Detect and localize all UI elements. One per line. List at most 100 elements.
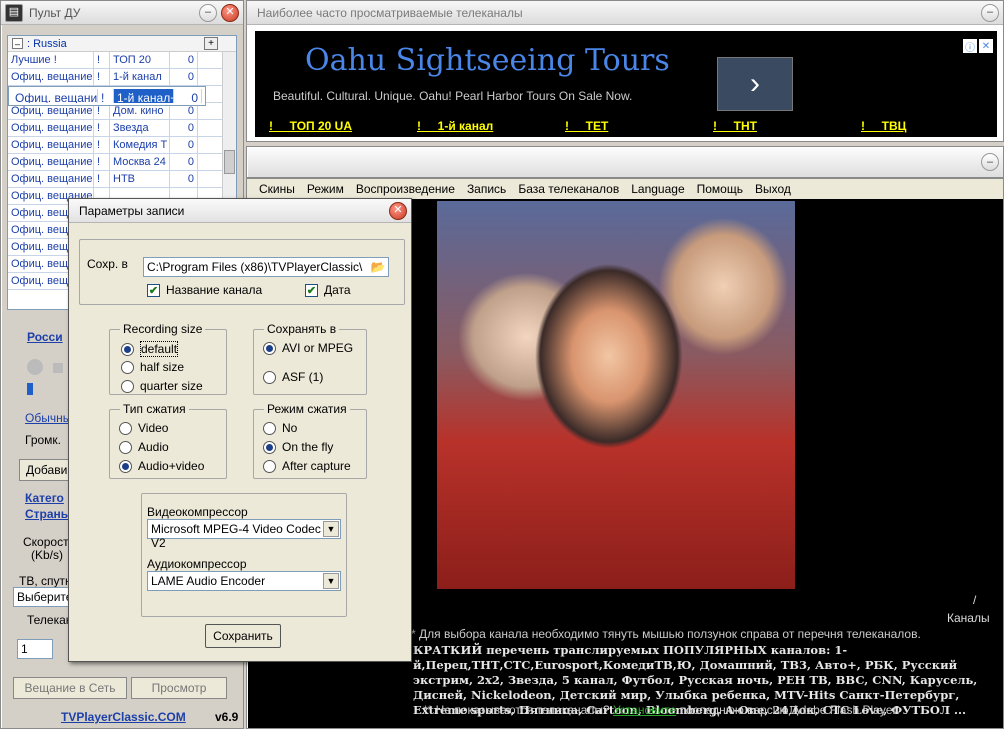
menu-playback[interactable]: Воспроизведение [356, 182, 455, 196]
video-codec-label: Видеокомпрессор [147, 505, 248, 519]
channel-row[interactable]: Лучшие !! ТОП 20 0 [8, 52, 236, 69]
channel-cell: 0 [170, 69, 198, 85]
mode-after-capture-radio[interactable]: After capture [263, 459, 351, 473]
remote-titlebar[interactable]: ▤ Пульт ДУ – ✕ [1, 1, 243, 25]
stop-icon[interactable] [53, 363, 63, 373]
channel-cell: НТВ [110, 171, 170, 187]
channel-select[interactable]: Выберите [13, 587, 69, 607]
dialog-titlebar[interactable]: Параметры записи ✕ [69, 199, 411, 223]
channel-cell: 1-й канал+ [114, 89, 174, 103]
checkbox-icon[interactable]: ✔ [305, 283, 318, 297]
mode-on-the-fly-radio[interactable]: On the fly [263, 440, 333, 454]
channel-cell: Офиц. вещание [8, 120, 94, 136]
add-button[interactable]: Добави [19, 459, 69, 481]
type-video-radio[interactable]: Video [119, 421, 168, 435]
minimize-icon[interactable]: – [981, 153, 999, 171]
folder-icon[interactable]: 📂 [369, 259, 387, 275]
channel-cell: 1-й канал [110, 69, 170, 85]
save-path-input[interactable]: C:\Program Files (x86)\TVPlayerClassic\ [143, 257, 389, 277]
seek-slider[interactable] [27, 383, 33, 395]
size-default-radio[interactable]: default [121, 341, 179, 357]
expand-icon[interactable]: + [204, 37, 218, 50]
country-link[interactable]: Страны [25, 507, 71, 521]
format-avi-radio[interactable]: AVI or MPEG [263, 341, 353, 355]
ad-choices[interactable]: ⓘ ✕ [963, 39, 993, 54]
radio-label: default [140, 341, 179, 357]
channel-row[interactable]: Офиц. вещание! 1-й канал 0 [8, 69, 236, 86]
top-channels-titlebar[interactable]: Наиболее часто просматриваемые телеканал… [247, 1, 1003, 25]
top-channel-link[interactable]: ! 1-й канал [417, 119, 565, 133]
ad-banner[interactable]: Oahu Sightseeing Tours Beautiful. Cultur… [255, 31, 997, 137]
top-channel-link[interactable]: ! ТЕТ [565, 119, 713, 133]
ad-info-icon[interactable]: ⓘ [963, 39, 977, 54]
channel-row[interactable]: Офиц. вещание! Комедия Т0 [8, 137, 236, 154]
menu-language[interactable]: Language [631, 182, 684, 196]
top-channels-title: Наиболее часто просматриваемые телеканал… [257, 5, 523, 20]
channel-cell: ! [94, 171, 110, 187]
chevron-down-icon[interactable]: ▼ [323, 573, 339, 589]
channel-row[interactable]: Офиц. вещание! НТВ 0 [8, 171, 236, 188]
collapse-icon[interactable]: – [12, 38, 23, 49]
scroll-thumb[interactable] [224, 150, 235, 174]
install-flash-link[interactable]: Установите [613, 703, 676, 717]
save-button[interactable]: Сохранить [205, 624, 281, 648]
play-icon[interactable] [27, 359, 43, 375]
remote-title: Пульт ДУ [29, 5, 81, 20]
minimize-icon[interactable]: – [981, 3, 999, 22]
ad-arrow-icon[interactable]: › [717, 57, 793, 111]
video-frame[interactable] [437, 201, 795, 589]
russia-link[interactable]: Росси [27, 330, 63, 344]
channels-label: Каналы [947, 611, 990, 625]
menu-mode[interactable]: Режим [307, 182, 344, 196]
channel-cell: ! [94, 69, 110, 85]
top-channel-link[interactable]: ! ТОП 20 UA [269, 119, 417, 133]
checkbox-label: Название канала [166, 283, 263, 297]
ad-headline[interactable]: Oahu Sightseeing Tours [305, 43, 670, 78]
video-codec-select[interactable]: Microsoft MPEG-4 Video Codec V2 ▼ [147, 519, 341, 550]
channel-cell: Офиц. вещание [12, 89, 98, 103]
minimize-icon[interactable]: – [199, 3, 217, 22]
save-to-label: Сохр. в [87, 257, 128, 271]
channel-cell: Офиц. вещание [8, 171, 94, 187]
site-link[interactable]: TVPlayerClassic.COM [61, 710, 186, 724]
speed-unit: (Kb/s) [31, 548, 64, 562]
top-channel-link[interactable]: ! ТВЦ [861, 119, 1004, 133]
normal-link[interactable]: Обычны [25, 411, 71, 425]
channel-stepper[interactable]: 1 [17, 639, 53, 659]
channel-cell: Звезда [110, 120, 170, 136]
channel-row[interactable]: Офиц. вещание! Москва 24 0 [8, 154, 236, 171]
broadcast-button[interactable]: Вещание в Сеть [13, 677, 127, 699]
preview-button[interactable]: Просмотр [131, 677, 227, 699]
channel-name-checkbox[interactable]: ✔ Название канала [147, 283, 262, 297]
mode-no-radio[interactable]: No [263, 421, 297, 435]
category-link[interactable]: Катего [25, 491, 64, 505]
radio-label: Audio+video [138, 459, 205, 473]
flash-notice-pre: ** Не показываются телеканалы? [423, 703, 613, 717]
menu-channel-db[interactable]: База телеканалов [518, 182, 619, 196]
top-channel-link[interactable]: ! ТНТ [713, 119, 861, 133]
size-half-radio[interactable]: half size [121, 360, 184, 374]
channel-list-header[interactable]: – : Russia + [8, 36, 236, 52]
volume-label: Громк. [25, 433, 62, 447]
menu-record[interactable]: Запись [467, 182, 506, 196]
checkbox-icon[interactable]: ✔ [147, 283, 160, 297]
channel-cell: Москва 24 [110, 154, 170, 170]
size-quarter-radio[interactable]: quarter size [121, 379, 203, 393]
channel-row[interactable]: Офиц. вещание! Звезда 0 [8, 120, 236, 137]
ad-close-icon[interactable]: ✕ [979, 39, 993, 53]
channel-row[interactable]: Офиц. вещание! 1-й канал+ 0 [8, 86, 206, 106]
menu-exit[interactable]: Выход [755, 182, 791, 196]
close-icon[interactable]: ✕ [221, 3, 239, 22]
close-icon[interactable]: ✕ [389, 201, 407, 220]
menu-help[interactable]: Помощь [697, 182, 743, 196]
chevron-down-icon[interactable]: ▼ [323, 521, 339, 537]
slider-slash: / [973, 593, 977, 607]
date-checkbox[interactable]: ✔ Дата [305, 283, 351, 297]
menu-skins[interactable]: Скины [259, 182, 295, 196]
channel-cell: 0 [170, 52, 198, 68]
format-asf-radio[interactable]: ASF (1) [263, 370, 323, 384]
channel-cell: ТОП 20 [110, 52, 170, 68]
audio-codec-select[interactable]: LAME Audio Encoder ▼ [147, 571, 341, 591]
type-audio-radio[interactable]: Audio [119, 440, 169, 454]
type-audio-video-radio[interactable]: Audio+video [119, 459, 204, 473]
